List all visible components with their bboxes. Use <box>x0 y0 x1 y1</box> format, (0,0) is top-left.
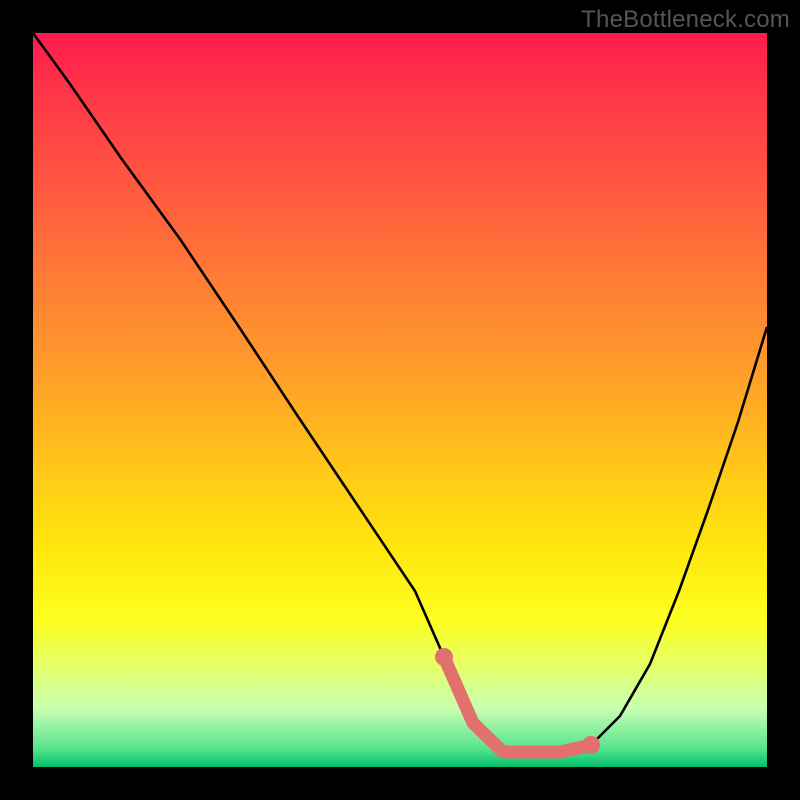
optimal-band <box>444 657 591 752</box>
bottleneck-curve <box>33 33 767 767</box>
band-start-dot <box>435 648 453 666</box>
band-end-dot <box>582 736 600 754</box>
watermark-text: TheBottleneck.com <box>581 6 790 34</box>
curve-path <box>33 33 767 752</box>
chart-frame: TheBottleneck.com <box>0 0 800 800</box>
plot-area <box>33 33 767 767</box>
